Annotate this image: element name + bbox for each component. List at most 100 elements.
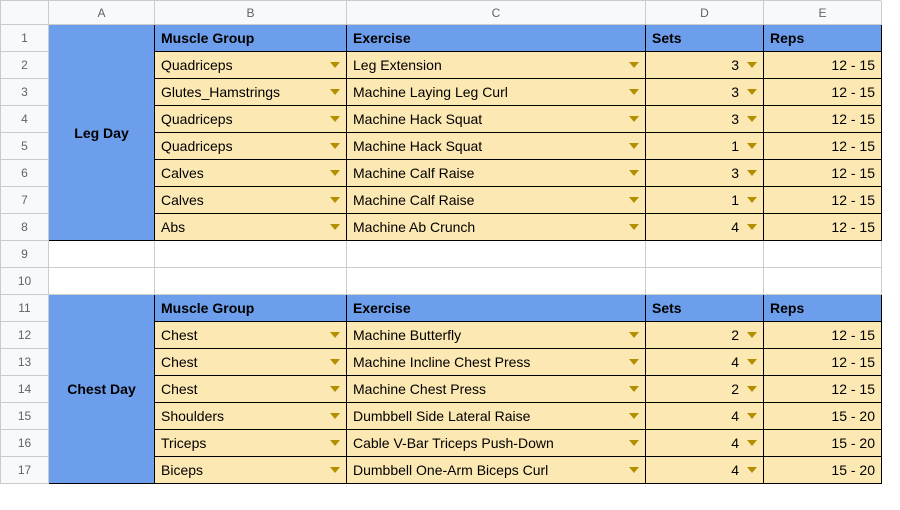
dropdown-icon[interactable]	[330, 359, 340, 365]
muscle-cell[interactable]: Calves	[155, 160, 347, 187]
empty-cell[interactable]	[764, 268, 882, 295]
reps-cell[interactable]: 15 - 20	[764, 430, 882, 457]
row-header-3[interactable]: 3	[1, 79, 49, 106]
dropdown-icon[interactable]	[629, 386, 639, 392]
row-header-5[interactable]: 5	[1, 133, 49, 160]
row-header-1[interactable]: 1	[1, 25, 49, 52]
dropdown-icon[interactable]	[330, 440, 340, 446]
dropdown-icon[interactable]	[629, 359, 639, 365]
muscle-cell[interactable]: Triceps	[155, 430, 347, 457]
sets-cell[interactable]: 3	[646, 52, 764, 79]
spreadsheet-grid[interactable]: ABCDE1Leg DayMuscle GroupExerciseSetsRep…	[0, 0, 881, 484]
exercise-cell[interactable]: Machine Calf Raise	[347, 187, 646, 214]
row-header-13[interactable]: 13	[1, 349, 49, 376]
muscle-cell[interactable]: Glutes_Hamstrings	[155, 79, 347, 106]
sets-cell[interactable]: 1	[646, 133, 764, 160]
muscle-cell[interactable]: Quadriceps	[155, 133, 347, 160]
empty-cell[interactable]	[646, 241, 764, 268]
reps-cell[interactable]: 15 - 20	[764, 457, 882, 484]
column-header-B[interactable]: B	[155, 1, 347, 25]
sets-cell[interactable]: 4	[646, 457, 764, 484]
sets-cell[interactable]: 4	[646, 214, 764, 241]
reps-cell[interactable]: 12 - 15	[764, 349, 882, 376]
row-header-14[interactable]: 14	[1, 376, 49, 403]
exercise-cell[interactable]: Cable V-Bar Triceps Push-Down	[347, 430, 646, 457]
dropdown-icon[interactable]	[330, 62, 340, 68]
muscle-cell[interactable]: Abs	[155, 214, 347, 241]
sets-cell[interactable]: 4	[646, 403, 764, 430]
dropdown-icon[interactable]	[747, 197, 757, 203]
row-header-7[interactable]: 7	[1, 187, 49, 214]
muscle-cell[interactable]: Chest	[155, 376, 347, 403]
column-header-A[interactable]: A	[49, 1, 155, 25]
dropdown-icon[interactable]	[330, 170, 340, 176]
exercise-cell[interactable]: Machine Laying Leg Curl	[347, 79, 646, 106]
row-header-12[interactable]: 12	[1, 322, 49, 349]
sets-cell[interactable]: 2	[646, 322, 764, 349]
sets-cell[interactable]: 3	[646, 79, 764, 106]
dropdown-icon[interactable]	[629, 143, 639, 149]
reps-cell[interactable]: 12 - 15	[764, 376, 882, 403]
sets-cell[interactable]: 4	[646, 430, 764, 457]
sets-cell[interactable]: 2	[646, 376, 764, 403]
empty-cell[interactable]	[646, 268, 764, 295]
dropdown-icon[interactable]	[330, 116, 340, 122]
exercise-cell[interactable]: Machine Hack Squat	[347, 106, 646, 133]
reps-cell[interactable]: 12 - 15	[764, 52, 882, 79]
dropdown-icon[interactable]	[747, 224, 757, 230]
dropdown-icon[interactable]	[330, 386, 340, 392]
dropdown-icon[interactable]	[747, 143, 757, 149]
row-header-2[interactable]: 2	[1, 52, 49, 79]
exercise-cell[interactable]: Dumbbell One-Arm Biceps Curl	[347, 457, 646, 484]
exercise-cell[interactable]: Machine Calf Raise	[347, 160, 646, 187]
muscle-cell[interactable]: Shoulders	[155, 403, 347, 430]
exercise-cell[interactable]: Machine Ab Crunch	[347, 214, 646, 241]
sets-cell[interactable]: 3	[646, 160, 764, 187]
row-header-15[interactable]: 15	[1, 403, 49, 430]
row-header-16[interactable]: 16	[1, 430, 49, 457]
reps-cell[interactable]: 12 - 15	[764, 106, 882, 133]
row-header-4[interactable]: 4	[1, 106, 49, 133]
empty-cell[interactable]	[347, 268, 646, 295]
dropdown-icon[interactable]	[747, 467, 757, 473]
muscle-cell[interactable]: Quadriceps	[155, 106, 347, 133]
reps-cell[interactable]: 15 - 20	[764, 403, 882, 430]
empty-cell[interactable]	[49, 268, 155, 295]
dropdown-icon[interactable]	[629, 224, 639, 230]
dropdown-icon[interactable]	[747, 89, 757, 95]
reps-cell[interactable]: 12 - 15	[764, 133, 882, 160]
muscle-cell[interactable]: Chest	[155, 349, 347, 376]
exercise-cell[interactable]: Machine Chest Press	[347, 376, 646, 403]
dropdown-icon[interactable]	[747, 62, 757, 68]
dropdown-icon[interactable]	[330, 197, 340, 203]
dropdown-icon[interactable]	[629, 413, 639, 419]
dropdown-icon[interactable]	[747, 386, 757, 392]
row-header-8[interactable]: 8	[1, 214, 49, 241]
sets-cell[interactable]: 1	[646, 187, 764, 214]
muscle-cell[interactable]: Biceps	[155, 457, 347, 484]
dropdown-icon[interactable]	[629, 116, 639, 122]
empty-cell[interactable]	[347, 241, 646, 268]
column-header-D[interactable]: D	[646, 1, 764, 25]
reps-cell[interactable]: 12 - 15	[764, 214, 882, 241]
dropdown-icon[interactable]	[629, 62, 639, 68]
dropdown-icon[interactable]	[330, 413, 340, 419]
row-header-9[interactable]: 9	[1, 241, 49, 268]
row-header-10[interactable]: 10	[1, 268, 49, 295]
muscle-cell[interactable]: Quadriceps	[155, 52, 347, 79]
dropdown-icon[interactable]	[330, 143, 340, 149]
dropdown-icon[interactable]	[747, 116, 757, 122]
reps-cell[interactable]: 12 - 15	[764, 187, 882, 214]
empty-cell[interactable]	[49, 241, 155, 268]
dropdown-icon[interactable]	[747, 359, 757, 365]
dropdown-icon[interactable]	[330, 224, 340, 230]
column-header-E[interactable]: E	[764, 1, 882, 25]
muscle-cell[interactable]: Calves	[155, 187, 347, 214]
exercise-cell[interactable]: Dumbbell Side Lateral Raise	[347, 403, 646, 430]
empty-cell[interactable]	[155, 268, 347, 295]
column-header-C[interactable]: C	[347, 1, 646, 25]
select-all-corner[interactable]	[1, 1, 49, 25]
exercise-cell[interactable]: Machine Butterfly	[347, 322, 646, 349]
dropdown-icon[interactable]	[629, 89, 639, 95]
dropdown-icon[interactable]	[629, 332, 639, 338]
